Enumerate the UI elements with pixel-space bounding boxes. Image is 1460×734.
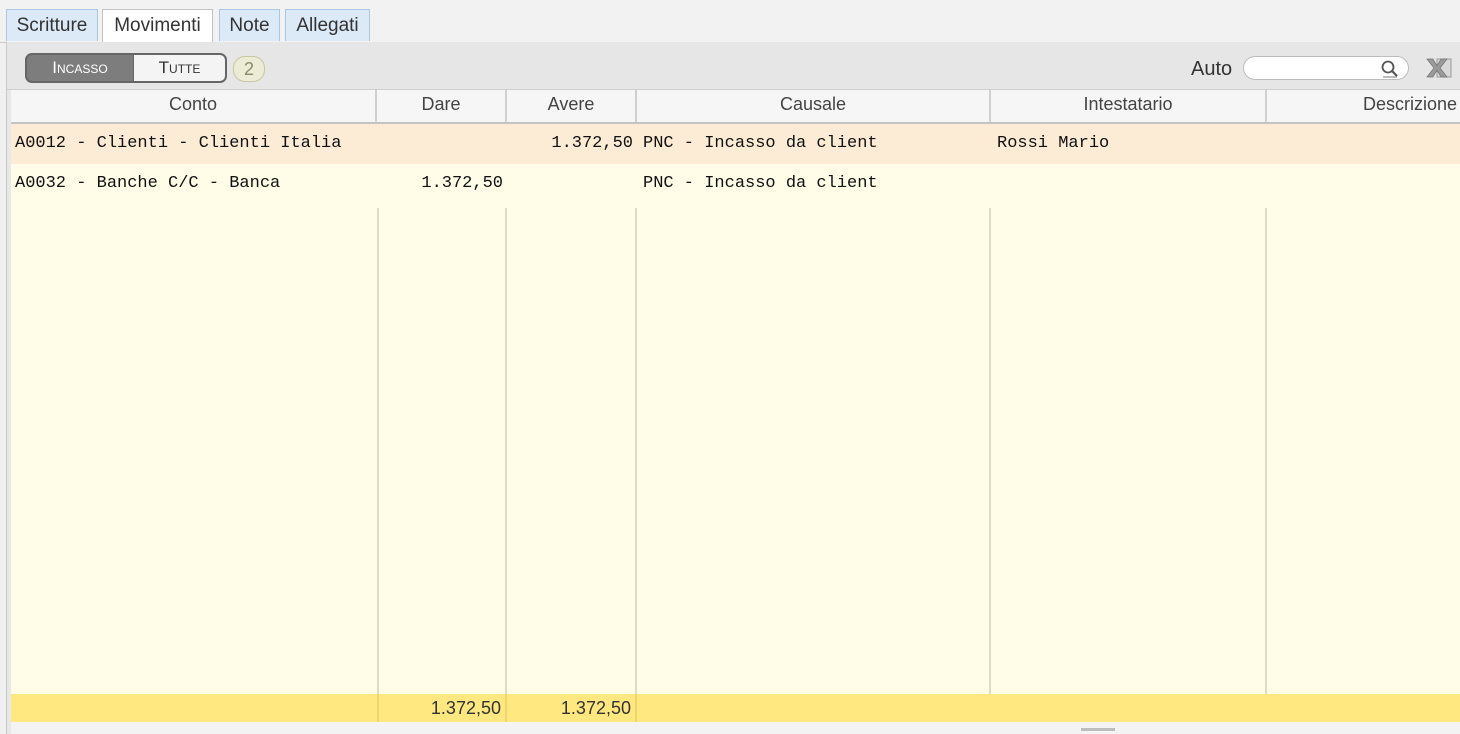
- cell-descrizione[interactable]: [1269, 164, 1460, 204]
- tab-note[interactable]: Note: [219, 9, 280, 41]
- search-icon[interactable]: [1380, 59, 1400, 79]
- cell-intestatario[interactable]: Rossi Mario: [993, 124, 1267, 164]
- column-header-dare[interactable]: Dare: [377, 90, 507, 122]
- column-divider: [635, 694, 637, 722]
- column-header-causale[interactable]: Causale: [637, 90, 991, 122]
- cell-intestatario[interactable]: [993, 164, 1267, 204]
- table-row[interactable]: A0032 - Banche C/C - Banca 1.372,50 PNC …: [11, 164, 1460, 204]
- cell-conto[interactable]: A0032 - Banche C/C - Banca: [11, 164, 377, 204]
- total-avere: 1.372,50: [560, 698, 631, 718]
- tab-bar: Scritture Movimenti Note Allegati: [0, 0, 1460, 43]
- resize-handle[interactable]: [1081, 728, 1115, 731]
- column-divider: [505, 208, 507, 696]
- column-divider: [989, 208, 991, 696]
- totals-row: 1.372,50 1.372,50: [11, 694, 1460, 722]
- cell-descrizione[interactable]: [1269, 124, 1460, 164]
- tab-allegati[interactable]: Allegati: [285, 9, 370, 41]
- cell-causale[interactable]: PNC - Incasso da client: [639, 164, 991, 204]
- filter-incasso-button[interactable]: Incasso: [25, 53, 135, 83]
- auto-label: Auto: [1191, 58, 1233, 80]
- export-excel-icon[interactable]: [1425, 56, 1453, 80]
- table-row[interactable]: A0012 - Clienti - Clienti Italia 1.372,5…: [11, 124, 1460, 164]
- column-header-conto[interactable]: Conto: [11, 90, 377, 122]
- table-header: Conto Dare Avere Causale Intestatario De…: [11, 90, 1460, 124]
- cell-dare[interactable]: [377, 124, 507, 164]
- toolbar: Incasso Tutte 2 Auto: [7, 42, 1460, 90]
- cell-causale[interactable]: PNC - Incasso da client: [639, 124, 991, 164]
- total-dare: 1.372,50: [430, 698, 501, 718]
- column-divider: [635, 208, 637, 696]
- horizontal-scrollbar[interactable]: [11, 722, 1460, 734]
- filter-tutte-button[interactable]: Tutte: [133, 53, 227, 83]
- column-header-avere[interactable]: Avere: [507, 90, 637, 122]
- column-divider: [1265, 208, 1267, 696]
- cell-conto[interactable]: A0012 - Clienti - Clienti Italia: [11, 124, 377, 164]
- column-header-descrizione[interactable]: Descrizione: [1267, 90, 1460, 122]
- count-badge: 2: [233, 56, 265, 82]
- cell-avere[interactable]: [507, 164, 637, 204]
- column-divider: [377, 208, 379, 696]
- tab-scritture[interactable]: Scritture: [6, 9, 98, 41]
- cell-avere[interactable]: 1.372,50: [507, 124, 637, 164]
- movements-table: Conto Dare Avere Causale Intestatario De…: [11, 90, 1460, 734]
- tab-movimenti[interactable]: Movimenti: [102, 9, 213, 43]
- movimenti-panel: Incasso Tutte 2 Auto Conto Dare Avere Ca…: [6, 42, 1460, 734]
- cell-dare[interactable]: 1.372,50: [377, 164, 507, 204]
- column-header-intestatario[interactable]: Intestatario: [991, 90, 1267, 122]
